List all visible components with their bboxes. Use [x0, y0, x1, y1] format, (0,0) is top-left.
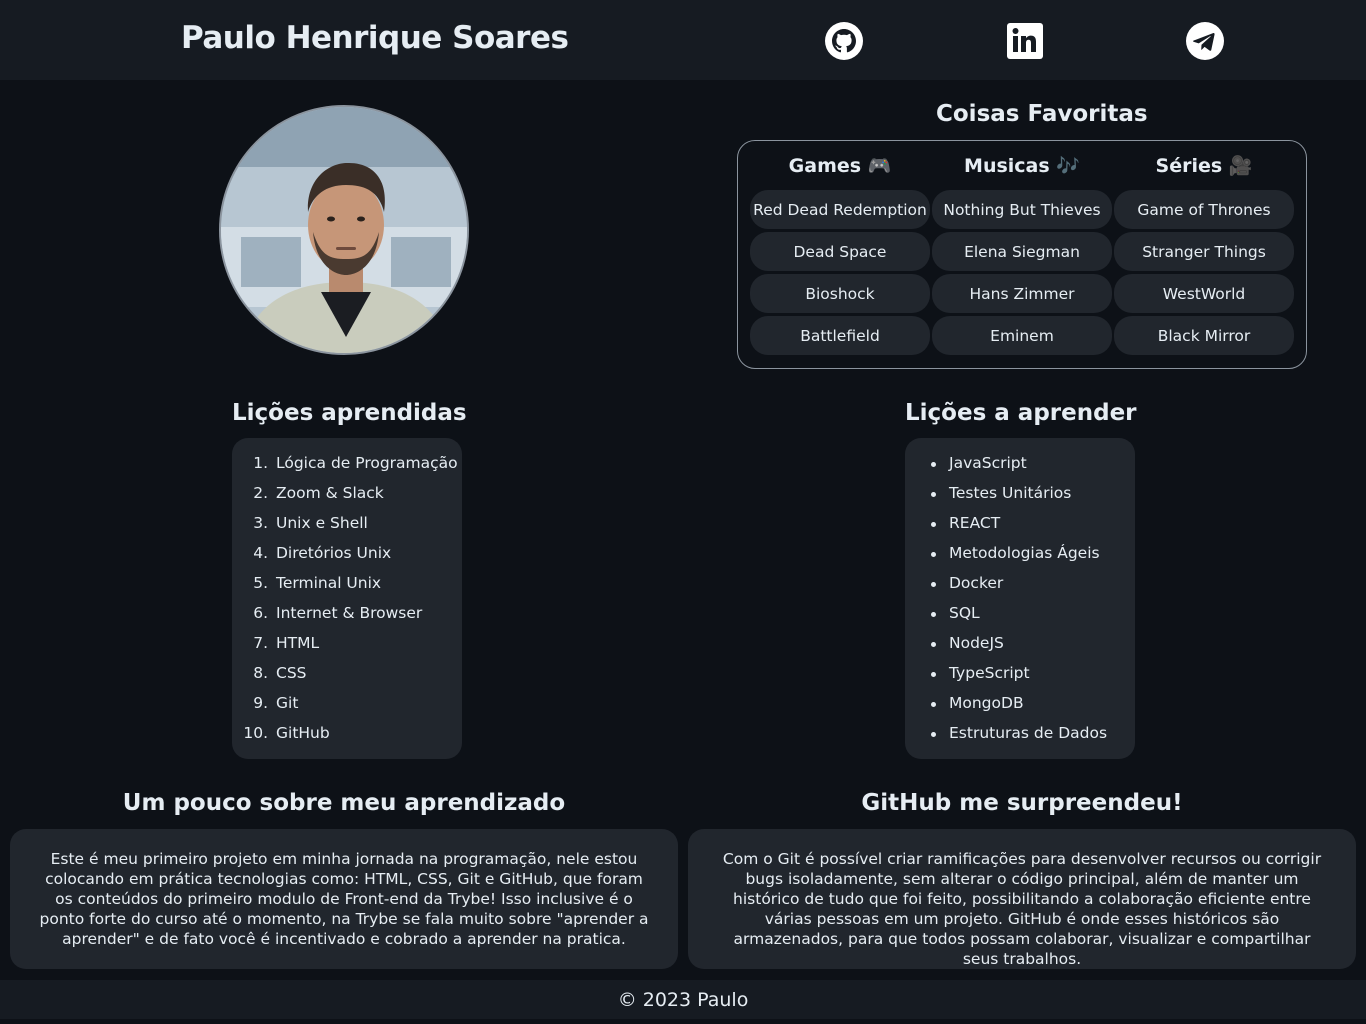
list-item-text: Diretórios Unix [276, 544, 392, 562]
list-item-text: Metodologias Ágeis [949, 544, 1100, 562]
favorite-item: Hans Zimmer [932, 274, 1112, 313]
lessons-to-learn-title: Lições a aprender [905, 400, 1137, 426]
bullet-icon [931, 552, 936, 557]
bullet-icon [931, 642, 936, 647]
favorites-title: Coisas Favoritas [936, 101, 1148, 127]
list-item-text: CSS [276, 664, 307, 682]
favorite-item: Battlefield [750, 316, 930, 355]
github-link[interactable] [824, 21, 864, 61]
list-item-text: TypeScript [949, 664, 1030, 682]
site-header: Paulo Henrique Soares [0, 0, 1366, 80]
lessons-learned-title: Lições aprendidas [232, 400, 467, 426]
about-card: Este é meu primeiro projeto em minha jor… [10, 829, 678, 969]
list-item-text: NodeJS [949, 634, 1004, 652]
site-title: Paulo Henrique Soares [181, 20, 569, 56]
list-item-text: HTML [276, 634, 320, 652]
favorite-item: Eminem [932, 316, 1112, 355]
bullet-icon [931, 732, 936, 737]
list-item-number: 1. [253, 454, 268, 472]
list-item-text: JavaScript [949, 454, 1027, 472]
bullet-icon [931, 612, 936, 617]
favorites-heading-series: Séries 🎥 [1155, 155, 1253, 177]
favorite-item: Red Dead Redemption [750, 190, 930, 229]
favorite-item: Nothing But Thieves [932, 190, 1112, 229]
bullet-icon [931, 522, 936, 527]
list-item-text: Unix e Shell [276, 514, 368, 532]
linkedin-icon [1007, 23, 1043, 59]
about-title: Um pouco sobre meu aprendizado [122, 790, 566, 816]
list-item-text: Zoom & Slack [276, 484, 384, 502]
favorite-item: Stranger Things [1114, 232, 1294, 271]
github-card: Com o Git é possível criar ramificações … [688, 829, 1356, 969]
favorite-item: Elena Siegman [932, 232, 1112, 271]
list-item-number: 10. [243, 724, 268, 742]
bullet-icon [931, 492, 936, 497]
list-item-text: REACT [949, 514, 1001, 532]
github-text: Com o Git é possível criar ramificações … [722, 850, 1322, 968]
favorite-item: Black Mirror [1114, 316, 1294, 355]
list-item-number: 4. [253, 544, 268, 562]
list-item-text: Docker [949, 574, 1004, 592]
list-item-text: Lógica de Programação [276, 454, 458, 472]
list-item-number: 8. [253, 664, 268, 682]
favorites-heading-games: Games 🎮 [788, 155, 892, 177]
profile-portrait-image [221, 107, 467, 353]
lessons-to-learn-list: JavaScript Testes Unitários REACT Metodo… [905, 438, 1135, 759]
site-footer: © 2023 Paulo [0, 980, 1366, 1019]
lessons-learned-list: 1. Lógica de Programação 2. Zoom & Slack… [232, 438, 462, 759]
list-item-number: 5. [253, 574, 268, 592]
favorites-heading-music: Musicas 🎶 [964, 155, 1080, 177]
favorite-item: Bioshock [750, 274, 930, 313]
favorite-item: Dead Space [750, 232, 930, 271]
list-item-number: 7. [253, 634, 268, 652]
about-text: Este é meu primeiro projeto em minha jor… [39, 850, 649, 948]
telegram-icon [1186, 22, 1224, 60]
profile-photo [219, 105, 469, 355]
list-item-text: Terminal Unix [276, 574, 382, 592]
telegram-link[interactable] [1185, 21, 1225, 61]
footer-text: © 2023 Paulo [617, 988, 749, 1011]
bullet-icon [931, 462, 936, 467]
list-item-text: Testes Unitários [949, 484, 1072, 502]
list-item-text: GitHub [276, 724, 330, 742]
list-item-number: 2. [253, 484, 268, 502]
list-item-text: SQL [949, 604, 980, 622]
list-item-text: Internet & Browser [276, 604, 423, 622]
list-item-number: 6. [253, 604, 268, 622]
bullet-icon [931, 582, 936, 587]
list-item-text: Estruturas de Dados [949, 724, 1108, 742]
bullet-icon [931, 672, 936, 677]
linkedin-link[interactable] [1005, 21, 1045, 61]
list-item-number: 3. [253, 514, 268, 532]
favorite-item: Game of Thrones [1114, 190, 1294, 229]
list-item-number: 9. [253, 694, 268, 712]
list-item-text: MongoDB [949, 694, 1024, 712]
github-icon [825, 22, 863, 60]
github-title: GitHub me surpreendeu! [861, 790, 1183, 816]
favorite-item: WestWorld [1114, 274, 1294, 313]
bullet-icon [931, 702, 936, 707]
favorites-table: Games 🎮 Red Dead Redemption Dead Space B… [737, 140, 1307, 369]
list-item-text: Git [276, 694, 299, 712]
